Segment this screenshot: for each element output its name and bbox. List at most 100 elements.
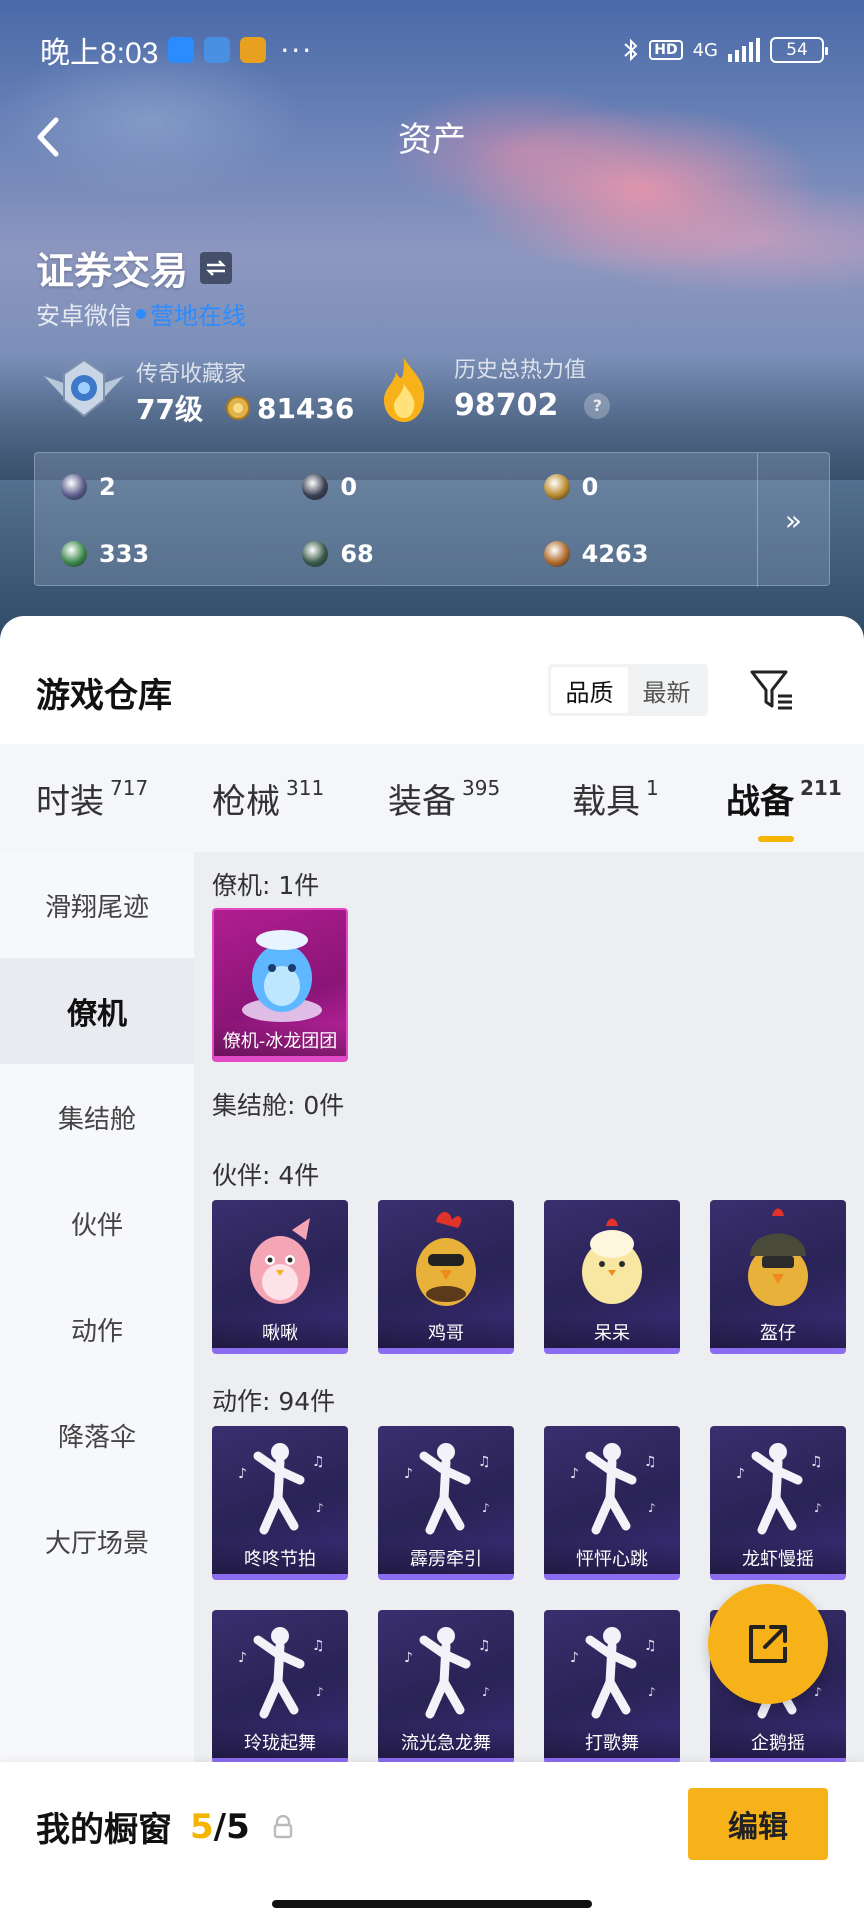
share-button[interactable] — [708, 1584, 828, 1704]
item-card[interactable]: 鸡哥 — [378, 1200, 514, 1354]
item-name: 玲珑起舞 — [212, 1726, 348, 1758]
item-name: 僚机-冰龙团团 — [214, 1024, 346, 1056]
coin-gold-icon — [543, 473, 570, 500]
item-card[interactable]: ♪ ♫ ♪ 流光急龙舞 — [378, 1610, 514, 1764]
coin-count: 81436 — [256, 391, 355, 425]
tab-equipment[interactable]: 装备 395 — [388, 774, 500, 823]
dancer-emote-image: ♪ ♫ ♪ — [404, 1627, 491, 1719]
resource-item[interactable]: 4263 — [518, 520, 759, 587]
game-notification-icon — [240, 37, 267, 63]
tab-count: 1 — [646, 776, 659, 800]
card-icon — [61, 473, 87, 500]
item-name: 啾啾 — [212, 1316, 348, 1348]
swap-icon[interactable] — [200, 251, 233, 284]
tab-label: 装备 — [388, 782, 456, 822]
showcase-bar: 我的橱窗 5/5 编辑 — [0, 1762, 864, 1920]
resource-item[interactable]: 0 — [518, 453, 759, 520]
svg-text:♫: ♫ — [644, 1638, 657, 1654]
helmet-chick-partner-image — [748, 1208, 808, 1306]
resources-more-button[interactable]: » — [757, 453, 829, 587]
sidebar-item-rally-pod[interactable]: 集结舱 — [0, 1064, 194, 1170]
svg-text:♪: ♪ — [238, 1650, 247, 1666]
item-card[interactable]: 盔仔 — [710, 1200, 846, 1354]
item-card[interactable]: ♪ ♫ ♪ 打歌舞 — [544, 1610, 680, 1764]
svg-text:♪: ♪ — [814, 1685, 822, 1699]
edit-button[interactable]: 编辑 — [688, 1788, 828, 1860]
item-card[interactable]: 僚机-冰龙团团 — [212, 908, 348, 1062]
heat-value: 98702 — [454, 388, 559, 423]
item-name: 龙虾慢摇 — [710, 1542, 846, 1574]
showcase-label: 我的橱窗 — [36, 1810, 172, 1850]
svg-text:♫: ♫ — [312, 1638, 325, 1654]
home-indicator[interactable] — [272, 1900, 592, 1908]
item-card[interactable]: ♪ ♫ ♪ 玲珑起舞 — [212, 1610, 348, 1764]
tab-fashion[interactable]: 时装 717 — [36, 774, 148, 823]
sort-newest-button[interactable]: 最新 — [628, 667, 705, 713]
svg-text:♪: ♪ — [648, 1685, 656, 1699]
status-time: 晚上8:03 — [40, 37, 159, 70]
battery-level: 54 — [786, 40, 808, 60]
rank-badge-icon — [44, 358, 124, 418]
sidebar-item-partner[interactable]: 伙伴 — [0, 1170, 194, 1276]
tab-label: 枪械 — [212, 782, 280, 822]
page-title: 资产 — [398, 120, 466, 160]
sidebar-item-parachute[interactable]: 降落伞 — [0, 1382, 194, 1488]
resource-panel[interactable]: 2 0 0 333 68 4263 » — [34, 452, 830, 587]
svg-text:♪: ♪ — [238, 1466, 247, 1482]
item-card[interactable]: ♪ ♫ ♪ 龙虾慢摇 — [710, 1426, 846, 1580]
item-name: 霹雳牵引 — [378, 1542, 514, 1574]
dancer-emote-image: ♪ ♫ ♪ — [238, 1627, 325, 1719]
svg-text:♪: ♪ — [482, 1685, 490, 1699]
section-title-wingman: 僚机: 1件 — [212, 871, 320, 900]
tab-count: 717 — [110, 776, 149, 800]
tab-battle-gear[interactable]: 战备 211 — [726, 774, 842, 823]
filter-icon[interactable] — [748, 666, 796, 714]
sort-toggle[interactable]: 品质 最新 — [548, 664, 708, 716]
ticket-icon — [61, 540, 87, 567]
sidebar-item-lobby-scene[interactable]: 大厅场景 — [0, 1488, 194, 1594]
svg-text:♪: ♪ — [736, 1466, 745, 1482]
tab-count: 311 — [286, 776, 325, 800]
item-name: 盔仔 — [710, 1316, 846, 1348]
share-icon — [749, 1625, 787, 1663]
item-card[interactable]: ♪ ♫ ♪ 霹雳牵引 — [378, 1426, 514, 1580]
rank-title: 传奇收藏家 — [136, 362, 247, 387]
help-icon[interactable]: ? — [584, 392, 611, 419]
resource-value: 4263 — [581, 539, 649, 568]
resource-item[interactable]: 2 — [35, 453, 276, 520]
resource-item[interactable]: 68 — [276, 520, 517, 587]
sort-quality-button[interactable]: 品质 — [551, 667, 628, 713]
coin-dark-icon — [302, 473, 329, 500]
item-card[interactable]: 呆呆 — [544, 1200, 680, 1354]
svg-text:♫: ♫ — [312, 1454, 325, 1470]
svg-text:♪: ♪ — [404, 1466, 413, 1482]
svg-text:♪: ♪ — [570, 1650, 579, 1666]
app-notification-icon — [168, 37, 195, 63]
sidebar-item-emote[interactable]: 动作 — [0, 1276, 194, 1382]
tab-vehicles[interactable]: 载具 1 — [572, 774, 659, 823]
warehouse-panel: 游戏仓库 品质 最新 时装 717 枪械 311 装备 395 载具 1 战备 211 滑… — [0, 616, 864, 1920]
tab-weapons[interactable]: 枪械 311 — [212, 774, 324, 823]
game-account-switcher[interactable]: 证券交易 — [36, 240, 233, 295]
resource-value: 0 — [581, 472, 599, 501]
resource-item[interactable]: 0 — [276, 453, 517, 520]
tab-count: 395 — [462, 776, 501, 800]
sidebar-item-glide-trail[interactable]: 滑翔尾迹 — [0, 852, 194, 958]
active-tab-indicator — [758, 836, 794, 842]
item-card[interactable]: 啾啾 — [212, 1200, 348, 1354]
item-name: 呆呆 — [544, 1316, 680, 1348]
chick-partner-image — [582, 1218, 642, 1304]
item-card[interactable]: ♪ ♫ ♪ 怦怦心跳 — [544, 1426, 680, 1580]
resource-value: 333 — [99, 539, 150, 568]
item-card[interactable]: ♪ ♫ ♪ 咚咚节拍 — [212, 1426, 348, 1580]
heat-value-row: 98702 ? — [454, 388, 611, 423]
online-dot-icon — [136, 308, 146, 319]
showcase-count: 5/5 — [190, 1807, 250, 1847]
sidebar-item-wingman[interactable]: 僚机 — [0, 958, 194, 1064]
resource-item[interactable]: 333 — [35, 520, 276, 587]
tab-count: 211 — [800, 776, 842, 800]
more-notifications-icon: ··· — [280, 33, 314, 67]
dancer-emote-image: ♪ ♫ ♪ — [238, 1443, 325, 1535]
orb-icon — [302, 540, 329, 567]
svg-text:♫: ♫ — [478, 1454, 491, 1470]
